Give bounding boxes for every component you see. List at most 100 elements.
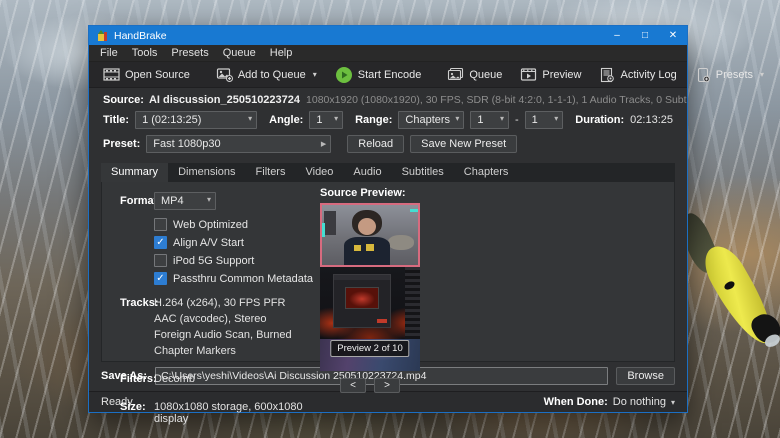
preview-shirt-print bbox=[354, 245, 361, 251]
desktop-background: HandBrake – □ ✕ File Tools Presets Queue… bbox=[0, 0, 780, 438]
add-to-queue-button[interactable]: Add to Queue ▾ bbox=[208, 63, 325, 87]
activity-log-icon bbox=[599, 67, 615, 83]
range-mode-dropdown[interactable]: Chapters bbox=[398, 111, 464, 129]
title-selection-row: Title: 1 (02:13:25) Angle: 1 Range: Chap… bbox=[89, 108, 687, 132]
browse-button[interactable]: Browse bbox=[616, 367, 675, 385]
preview-prev-button[interactable]: < bbox=[340, 378, 366, 393]
range-dash: - bbox=[515, 114, 519, 126]
range-mode-value: Chapters bbox=[405, 114, 450, 126]
toolbar: Open Source Add to Queue ▾ bbox=[89, 62, 687, 88]
filters-label: Filters: bbox=[120, 373, 154, 389]
menu-bar: File Tools Presets Queue Help bbox=[89, 45, 687, 62]
reload-button[interactable]: Reload bbox=[347, 135, 404, 153]
close-button[interactable]: ✕ bbox=[659, 26, 687, 45]
menu-presets[interactable]: Presets bbox=[164, 45, 215, 61]
preview-shirt-print bbox=[366, 244, 374, 251]
tab-summary[interactable]: Summary bbox=[101, 163, 168, 182]
format-dropdown[interactable]: MP4 bbox=[154, 192, 216, 210]
preview-button[interactable]: Preview bbox=[512, 63, 589, 87]
add-to-queue-label: Add to Queue bbox=[238, 69, 306, 81]
source-preview-pane: Source Preview: bbox=[320, 187, 430, 393]
range-end-dropdown[interactable]: 1 bbox=[525, 111, 564, 129]
format-options: Web Optimized Align A/V Start iPod 5G Su… bbox=[154, 218, 320, 285]
preview-navigation: < > bbox=[320, 378, 420, 393]
menu-tools[interactable]: Tools bbox=[125, 45, 165, 61]
tab-subtitles[interactable]: Subtitles bbox=[392, 163, 454, 182]
source-preview-label: Source Preview: bbox=[320, 187, 430, 199]
tracks-label: Tracks: bbox=[120, 297, 154, 361]
queue-button[interactable]: Queue bbox=[439, 63, 510, 87]
save-new-preset-button[interactable]: Save New Preset bbox=[410, 135, 517, 153]
tab-audio[interactable]: Audio bbox=[343, 163, 391, 182]
when-done-control[interactable]: When Done: Do nothing ▾ bbox=[544, 396, 675, 408]
title-bar[interactable]: HandBrake – □ ✕ bbox=[89, 26, 687, 45]
title-dropdown[interactable]: 1 (02:13:25) bbox=[135, 111, 257, 129]
tab-chapters[interactable]: Chapters bbox=[454, 163, 519, 182]
angle-dropdown-value: 1 bbox=[316, 114, 322, 126]
ipod-5g-checkbox[interactable] bbox=[154, 254, 167, 267]
presets-icon bbox=[695, 67, 711, 83]
source-label: Source: bbox=[103, 94, 144, 106]
preview-screencast-section bbox=[320, 267, 420, 339]
passthru-metadata-option[interactable]: Passthru Common Metadata bbox=[154, 272, 320, 285]
format-label: Format: bbox=[120, 195, 154, 207]
track-line: Foreign Audio Scan, Burned bbox=[154, 329, 292, 341]
align-av-start-checkbox[interactable] bbox=[154, 236, 167, 249]
title-label: Title: bbox=[103, 114, 129, 126]
start-encode-label: Start Encode bbox=[358, 69, 422, 81]
size-block: Size: 1080x1080 storage, 600x1080 displa… bbox=[120, 401, 320, 429]
start-encode-play-icon bbox=[335, 66, 353, 84]
tab-dimensions[interactable]: Dimensions bbox=[168, 163, 245, 182]
menu-queue[interactable]: Queue bbox=[216, 45, 263, 61]
angle-label: Angle: bbox=[269, 114, 303, 126]
preview-person-face bbox=[358, 218, 376, 235]
maximize-button[interactable]: □ bbox=[631, 26, 659, 45]
add-to-queue-icon bbox=[216, 67, 233, 82]
duration-label: Duration: bbox=[575, 114, 624, 126]
when-done-value: Do nothing bbox=[613, 396, 666, 408]
filters-block: Filters: Decomb bbox=[120, 373, 320, 389]
preview-next-button[interactable]: > bbox=[374, 378, 400, 393]
ipod-5g-option[interactable]: iPod 5G Support bbox=[154, 254, 320, 267]
preview-app-thumbnail bbox=[345, 287, 379, 309]
track-line: AAC (avcodec), Stereo bbox=[154, 313, 292, 325]
passthru-metadata-checkbox[interactable] bbox=[154, 272, 167, 285]
preset-dropdown[interactable]: Fast 1080p30 bbox=[146, 135, 331, 153]
source-name: AI discussion_250510223724 bbox=[149, 94, 300, 106]
tab-filters[interactable]: Filters bbox=[246, 163, 296, 182]
tracks-lines: H.264 (x264), 30 FPS PFR AAC (avcodec), … bbox=[154, 297, 292, 361]
web-optimized-option[interactable]: Web Optimized bbox=[154, 218, 320, 231]
presets-label: Presets bbox=[716, 69, 753, 81]
track-line: Chapter Markers bbox=[154, 345, 292, 357]
start-encode-button[interactable]: Start Encode bbox=[327, 63, 430, 87]
web-optimized-label: Web Optimized bbox=[173, 219, 248, 231]
tracks-block: Tracks: H.264 (x264), 30 FPS PFR AAC (av… bbox=[120, 297, 320, 361]
handbrake-logo-icon bbox=[96, 29, 109, 42]
size-label: Size: bbox=[120, 401, 154, 429]
preview-bg-shelf bbox=[324, 211, 336, 235]
range-start-dropdown[interactable]: 1 bbox=[470, 111, 509, 129]
size-value: 1080x1080 storage, 600x1080 display bbox=[154, 401, 320, 425]
align-av-start-option[interactable]: Align A/V Start bbox=[154, 236, 320, 249]
preview-icon bbox=[520, 67, 537, 82]
chevron-down-icon: ▾ bbox=[760, 70, 764, 79]
angle-dropdown[interactable]: 1 bbox=[309, 111, 343, 129]
chevron-down-icon: ▾ bbox=[313, 70, 317, 79]
duration-value: 02:13:25 bbox=[630, 114, 673, 126]
menu-help[interactable]: Help bbox=[263, 45, 300, 61]
format-dropdown-value: MP4 bbox=[161, 195, 184, 207]
swan-beak bbox=[696, 239, 780, 352]
open-source-button[interactable]: Open Source bbox=[95, 63, 198, 87]
activity-log-button[interactable]: Activity Log bbox=[591, 63, 684, 87]
source-preview-image: Preview 2 of 10 bbox=[320, 203, 420, 371]
presets-toolbar-button[interactable]: Presets ▾ bbox=[687, 63, 772, 87]
title-dropdown-value: 1 (02:13:25) bbox=[142, 114, 201, 126]
preview-label: Preview bbox=[542, 69, 581, 81]
handbrake-window: HandBrake – □ ✕ File Tools Presets Queue… bbox=[88, 25, 688, 413]
menu-file[interactable]: File bbox=[93, 45, 125, 61]
tab-video[interactable]: Video bbox=[295, 163, 343, 182]
web-optimized-checkbox[interactable] bbox=[154, 218, 167, 231]
preset-dropdown-value: Fast 1080p30 bbox=[153, 138, 220, 150]
minimize-button[interactable]: – bbox=[603, 26, 631, 45]
summary-panel: Format: MP4 Web Optimized Align A/V Star… bbox=[101, 182, 675, 362]
